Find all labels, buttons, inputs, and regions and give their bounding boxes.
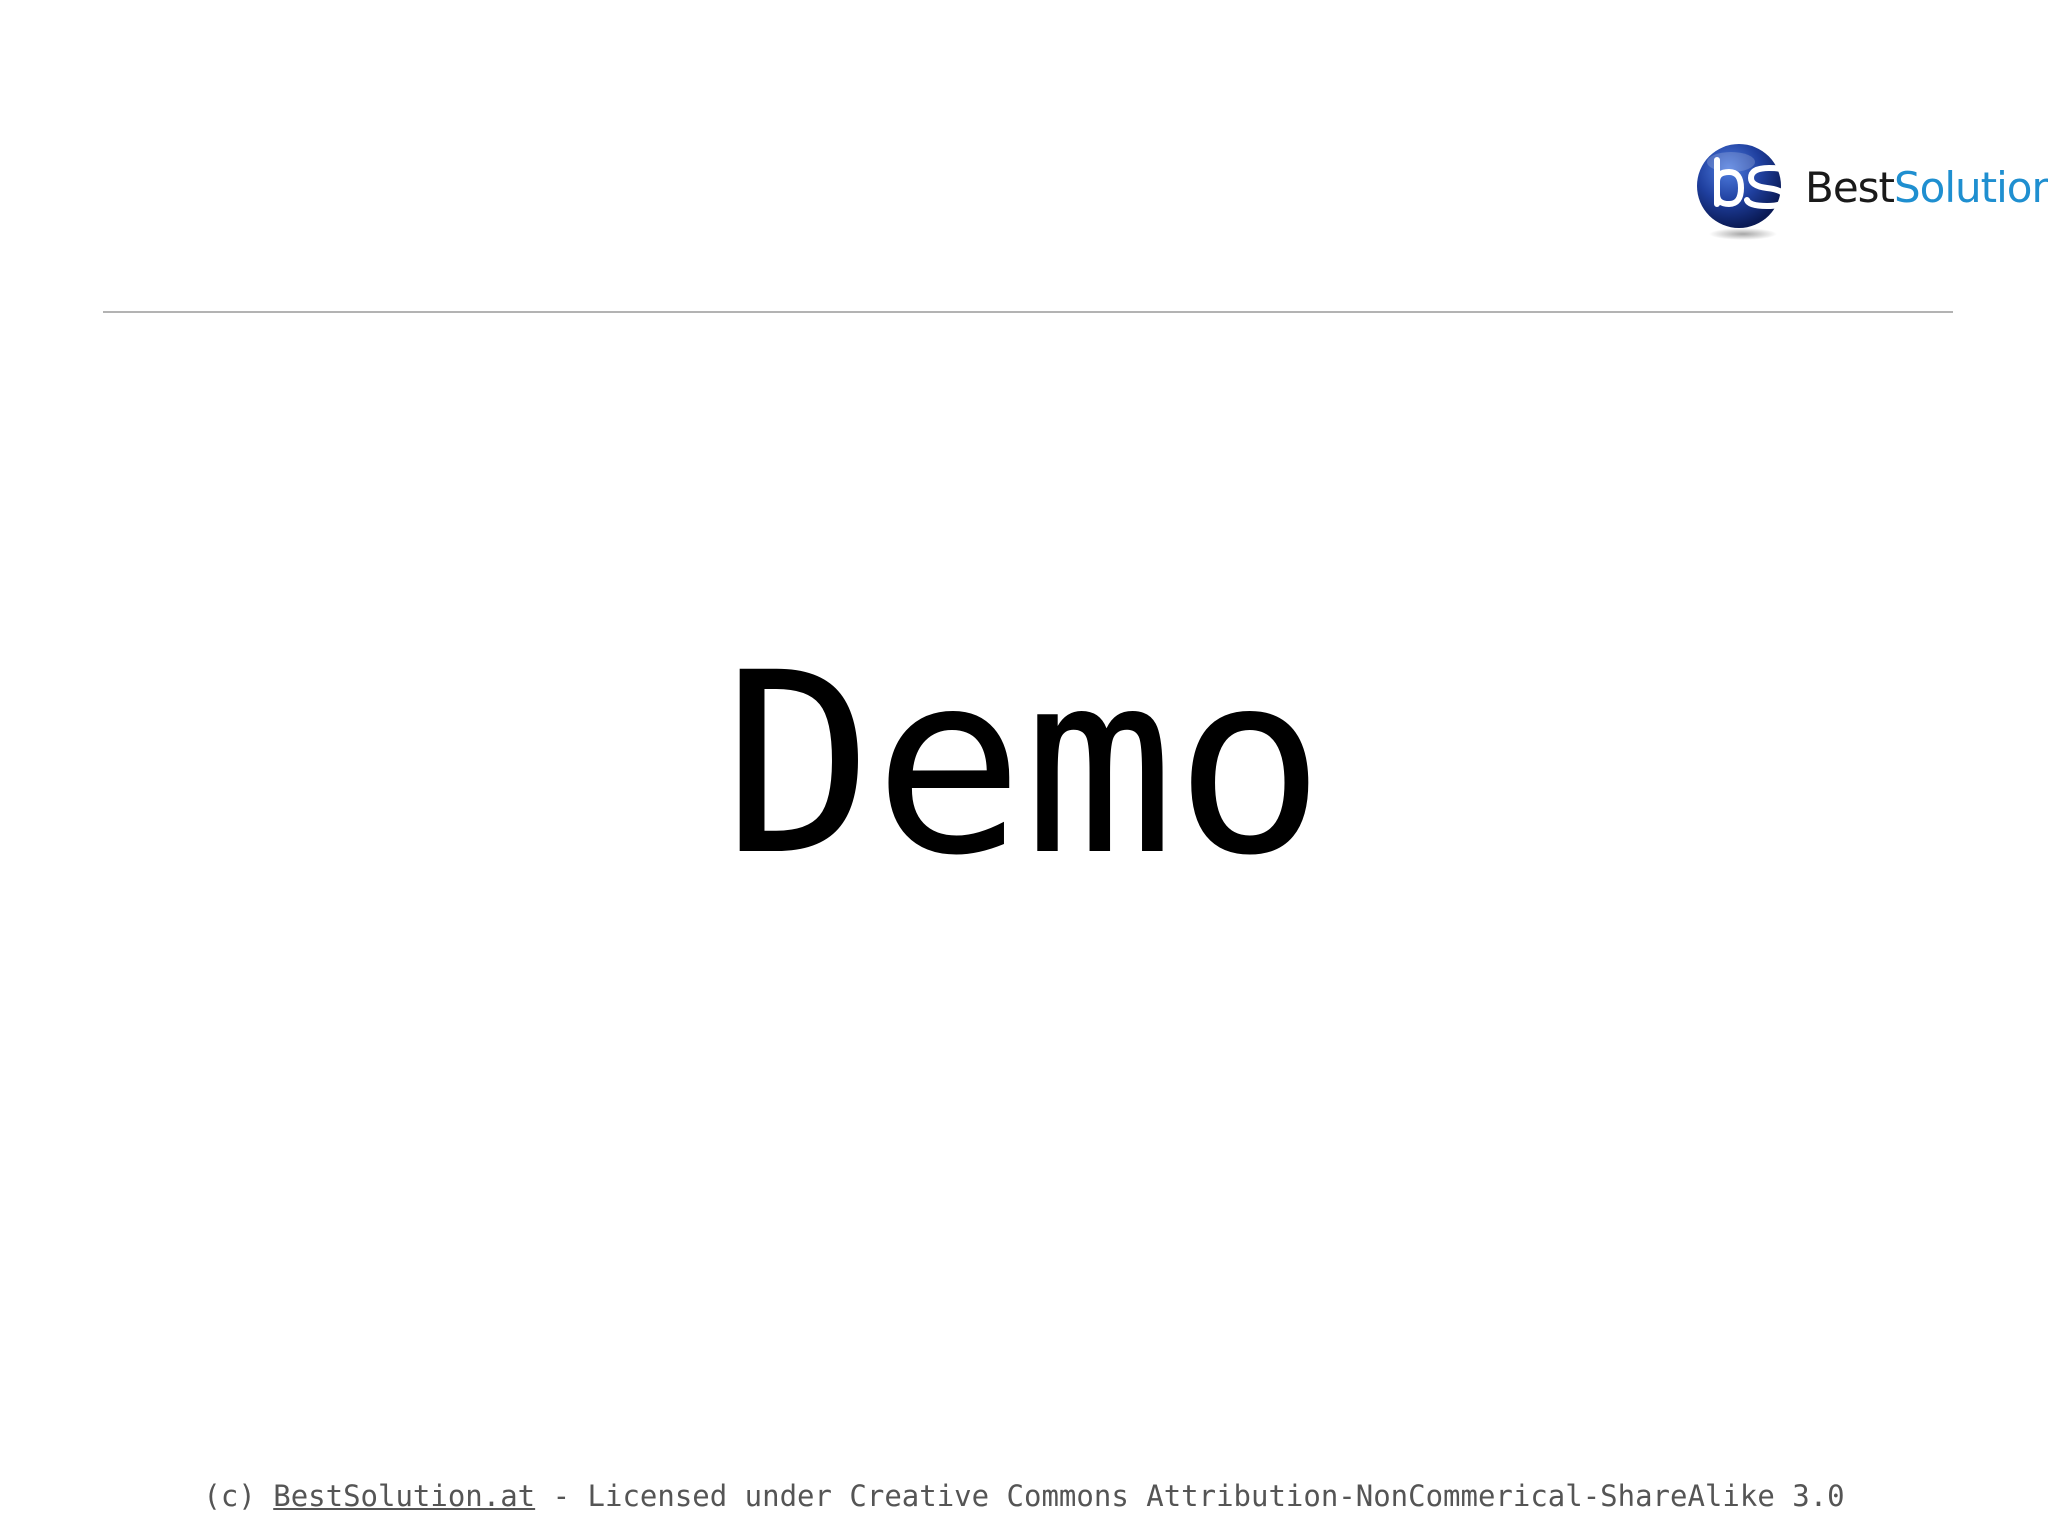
footer-license-text: - Licensed under Creative Commons Attrib…: [552, 1479, 1845, 1513]
logo-word-solution: Solution: [1894, 163, 2048, 212]
footer-link[interactable]: BestSolution.at: [273, 1479, 535, 1513]
slide: BestSolution Demo (c) BestSolution.at - …: [0, 0, 2048, 1536]
copyright-footer: (c) BestSolution.at - Licensed under Cre…: [0, 1482, 2048, 1511]
bs-globe-icon: [1697, 144, 1790, 240]
bestsolution-logo: BestSolution: [1695, 142, 2048, 242]
logo-word-best: Best: [1805, 163, 1895, 212]
slide-title: Demo: [722, 619, 1326, 910]
header-divider: [103, 311, 1953, 313]
logo-wordmark: BestSolution: [1805, 167, 2048, 209]
footer-prefix: (c): [203, 1479, 256, 1513]
